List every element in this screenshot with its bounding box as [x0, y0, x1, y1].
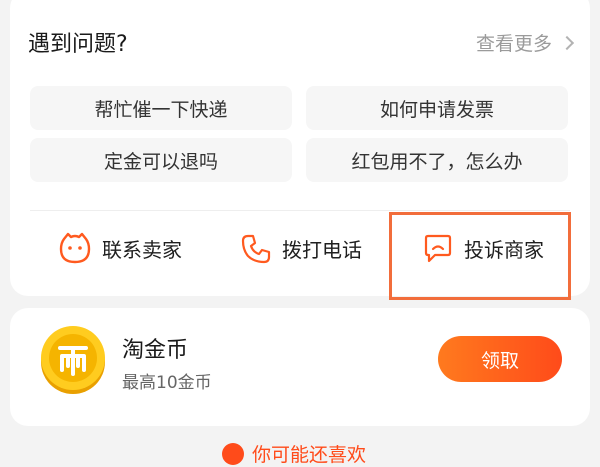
- bottom-recommend-label: 你可能还喜欢: [252, 444, 367, 466]
- phone-icon: [241, 234, 271, 263]
- faq-grid: 帮忙催一下快递 如何申请发票 定金可以退吗 红包用不了，怎么办: [30, 86, 574, 182]
- faq-item-deposit-refund[interactable]: 定金可以退吗: [30, 138, 292, 182]
- coins-card: 淘金币 最高10金币 领取: [10, 308, 590, 426]
- chevron-right-icon: [559, 35, 575, 50]
- see-more-link[interactable]: 查看更多: [475, 29, 575, 56]
- claim-button[interactable]: 领取: [438, 336, 562, 382]
- heart-badge-icon: [222, 442, 244, 465]
- faq-item-urge-delivery[interactable]: 帮忙催一下快递: [30, 86, 292, 130]
- coins-subtitle: 最高10金币: [122, 373, 212, 393]
- call-label: 拨打电话: [282, 238, 362, 262]
- contact-seller-label: 联系卖家: [102, 238, 182, 262]
- highlight-box: [389, 212, 571, 300]
- contact-seller-button[interactable]: 联系卖家: [58, 211, 182, 286]
- faq-item-request-invoice[interactable]: 如何申请发票: [306, 86, 568, 130]
- bottom-recommend-header: 你可能还喜欢: [222, 440, 366, 467]
- see-more-label: 查看更多: [475, 32, 552, 55]
- coins-title: 淘金币: [122, 338, 189, 363]
- help-header: 遇到问题? 查看更多: [28, 18, 575, 66]
- help-title: 遇到问题?: [28, 32, 128, 57]
- call-button[interactable]: 拨打电话: [240, 211, 362, 286]
- chat-face-icon: [59, 232, 91, 263]
- gold-coin-icon: [41, 326, 105, 394]
- faq-item-red-packet[interactable]: 红包用不了，怎么办: [306, 138, 568, 182]
